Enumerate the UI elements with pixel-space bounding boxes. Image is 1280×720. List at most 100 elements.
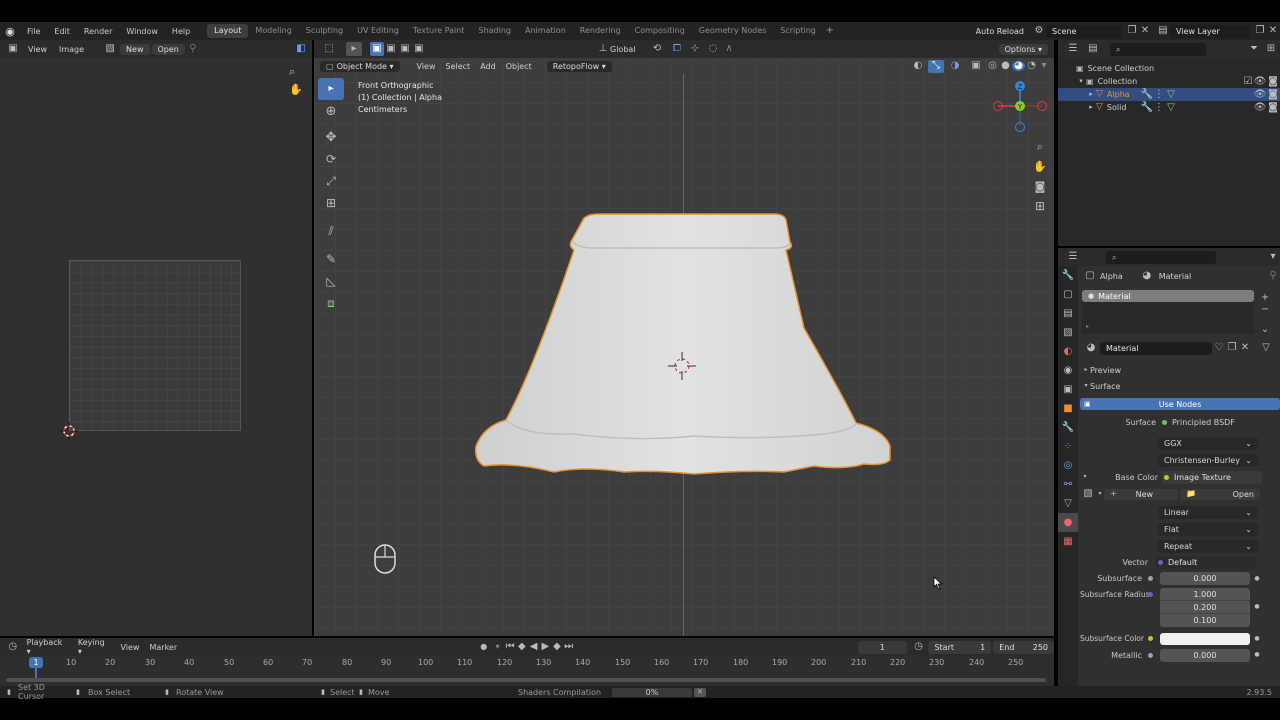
scale-tool-icon[interactable]: ⤢ xyxy=(318,170,344,192)
menu-file[interactable]: File xyxy=(20,27,47,36)
shading-material-icon[interactable]: ◕ xyxy=(1012,61,1025,71)
expand-arrow-icon[interactable]: ▸ xyxy=(1086,104,1096,111)
play-reverse-icon[interactable]: ◀ xyxy=(528,642,540,652)
data-tab-icon[interactable]: ▽ xyxy=(1058,494,1078,513)
play-icon[interactable]: ▶ xyxy=(539,642,551,652)
surface-shader-field[interactable]: Principled BSDF xyxy=(1162,418,1235,427)
record-icon[interactable]: ● xyxy=(477,643,491,651)
auto-reload-label[interactable]: Auto Reload xyxy=(976,27,1024,36)
tab-layout[interactable]: Layout xyxy=(207,24,249,38)
tab-scripting[interactable]: Scripting xyxy=(773,24,823,38)
outliner-row-scene-collection[interactable]: ▣ Scene Collection xyxy=(1058,62,1280,75)
texture-tab-icon[interactable]: ▦ xyxy=(1058,532,1078,551)
subsurface-keyframe-icon[interactable]: ● xyxy=(1250,575,1264,582)
subsurface-radius-x[interactable]: 1.000 xyxy=(1160,588,1250,601)
texture-new-button[interactable]: + New xyxy=(1104,488,1178,500)
image-browse-arrow-icon[interactable]: ▾ xyxy=(1096,491,1104,497)
perspective-toggle-icon[interactable]: ⊞ xyxy=(1030,196,1050,216)
collection-checkbox-icon[interactable]: ☑ xyxy=(1242,76,1254,87)
pan-hand-icon[interactable]: ✋ xyxy=(289,84,303,95)
filter-icon[interactable]: ⏷ xyxy=(1246,44,1262,54)
surface-section[interactable]: ▾ Surface xyxy=(1080,378,1280,394)
view-layer-tab-icon[interactable]: ▧ xyxy=(1058,323,1078,342)
constraints-tab-icon[interactable]: ⚯ xyxy=(1058,475,1078,494)
tab-modeling[interactable]: Modeling xyxy=(248,24,298,38)
metallic-field[interactable]: 0.000 xyxy=(1160,648,1250,662)
collapse-arrow-icon[interactable]: ▾ xyxy=(1076,78,1086,85)
alpha-render-icon[interactable]: ◙ xyxy=(1266,89,1280,100)
material-name-field[interactable]: Material xyxy=(1100,341,1212,355)
scene-copy-icon[interactable]: ❐ xyxy=(1126,26,1138,36)
subsurface-radius-z[interactable]: 0.100 xyxy=(1160,614,1250,627)
duplicate-material-icon[interactable]: ❐ xyxy=(1226,343,1238,353)
tab-geometry-nodes[interactable]: Geometry Nodes xyxy=(692,24,773,38)
base-color-link-field[interactable]: Image Texture xyxy=(1162,470,1262,484)
image-menu-image[interactable]: Image xyxy=(53,45,90,54)
timeline-menu-keying[interactable]: Keying ▾ xyxy=(73,638,116,656)
view-layer-remove-icon[interactable]: ✕ xyxy=(1266,26,1280,36)
remove-slot-icon[interactable]: − xyxy=(1258,304,1272,316)
camera-view-icon[interactable]: ◙ xyxy=(1030,176,1050,196)
slot-list-expand-icon[interactable]: ▸ xyxy=(1086,324,1089,330)
snap-target-icon[interactable]: ⊹ xyxy=(686,44,704,54)
properties-pin-icon[interactable]: ⚲ xyxy=(1266,271,1280,281)
zoom-icon[interactable]: ⌕ xyxy=(289,66,295,77)
slot-specials-icon[interactable]: ⌄ xyxy=(1258,324,1272,336)
image-menu-view[interactable]: View xyxy=(22,45,53,54)
subsurface-field[interactable]: 0.000 xyxy=(1160,572,1250,585)
base-color-collapse-icon[interactable]: ▾ xyxy=(1080,474,1090,480)
vp-menu-add[interactable]: Add xyxy=(475,62,501,71)
material-slot-item[interactable]: ● Material xyxy=(1082,290,1254,302)
particles-tab-icon[interactable]: ⁘ xyxy=(1058,437,1078,456)
start-frame-field[interactable]: Start 1 xyxy=(928,640,992,654)
view-layer-copy-icon[interactable]: ❐ xyxy=(1254,26,1266,36)
display-mode-icon[interactable]: ▤ xyxy=(1082,44,1104,54)
vp-menu-select[interactable]: Select xyxy=(441,62,476,71)
material-browse-icon[interactable]: ◕ xyxy=(1082,343,1100,353)
viewport-pan-icon[interactable]: ✋ xyxy=(1030,156,1050,176)
material-tab-icon[interactable]: ● xyxy=(1058,513,1078,532)
scene-field[interactable]: Scene xyxy=(1046,24,1122,38)
orientation-dropdown[interactable]: Global xyxy=(610,45,646,54)
timeline-ruler[interactable]: 1 10 20 30 40 50 60 70 80 90 100 110 120… xyxy=(0,656,1054,686)
tab-rendering[interactable]: Rendering xyxy=(573,24,628,38)
timeline-scrollbar[interactable] xyxy=(6,678,1046,682)
prev-keyframe-icon[interactable]: ◆ xyxy=(516,642,528,652)
interpolation-dropdown[interactable]: Linear ⌄ xyxy=(1158,506,1258,519)
metallic-keyframe-icon[interactable]: ● xyxy=(1250,652,1264,658)
shading-options-icon[interactable]: ▾ xyxy=(1038,61,1050,71)
view-layer-field[interactable]: View Layer xyxy=(1170,24,1250,38)
menu-window[interactable]: Window xyxy=(119,27,165,36)
physics-tab-icon[interactable]: ◎ xyxy=(1058,456,1078,475)
use-nodes-button[interactable]: ▣ Use Nodes xyxy=(1080,398,1280,410)
alpha-visibility-icon[interactable]: 👁 xyxy=(1254,89,1267,100)
visibility-icon[interactable]: ◐ xyxy=(908,61,928,71)
extension-dropdown[interactable]: Repeat ⌄ xyxy=(1158,540,1258,553)
select-mode-new-icon[interactable]: ▣ xyxy=(370,42,384,56)
tab-animation[interactable]: Animation xyxy=(518,24,573,38)
tab-sculpting[interactable]: Sculpting xyxy=(299,24,350,38)
preview-range-icon[interactable]: ◷ xyxy=(911,642,927,652)
unlink-material-icon[interactable]: ✕ xyxy=(1238,343,1252,353)
next-keyframe-icon[interactable]: ◆ xyxy=(551,642,563,652)
projection-dropdown[interactable]: Flat ⌄ xyxy=(1158,523,1258,536)
jump-start-icon[interactable]: ⏮ xyxy=(504,642,516,652)
transform-tool-icon[interactable]: ⊞ xyxy=(318,192,344,214)
3d-cursor-icon[interactable] xyxy=(668,352,696,380)
measure-tool-icon[interactable]: ◺ xyxy=(318,270,344,292)
timeline-menu-playback[interactable]: Playback ▾ xyxy=(22,638,73,656)
add-cube-tool-icon[interactable]: ⧈ xyxy=(318,292,344,314)
subsurface-radius-y[interactable]: 0.200 xyxy=(1160,601,1250,614)
select-mode-intersect-icon[interactable]: ▣ xyxy=(412,44,426,54)
image-new-button[interactable]: New xyxy=(120,43,150,55)
outliner-row-alpha[interactable]: ▸ ▽ Alpha 🔧 ⋮ ▽ 👁 ◙ xyxy=(1058,88,1280,101)
new-collection-icon[interactable]: ⊞ xyxy=(1262,44,1280,54)
scene-tab-icon[interactable]: ◐ xyxy=(1058,342,1078,361)
tab-texture-paint[interactable]: Texture Paint xyxy=(406,24,472,38)
link-dropdown-icon[interactable]: ▽ xyxy=(1258,343,1274,353)
tab-shading[interactable]: Shading xyxy=(471,24,518,38)
vector-field[interactable]: Default xyxy=(1156,555,1256,569)
collection-tab-icon[interactable]: ▣ xyxy=(1058,380,1078,399)
preview-section[interactable]: ▸ Preview xyxy=(1080,362,1280,378)
blender-logo-icon[interactable]: ◉ xyxy=(0,26,20,37)
